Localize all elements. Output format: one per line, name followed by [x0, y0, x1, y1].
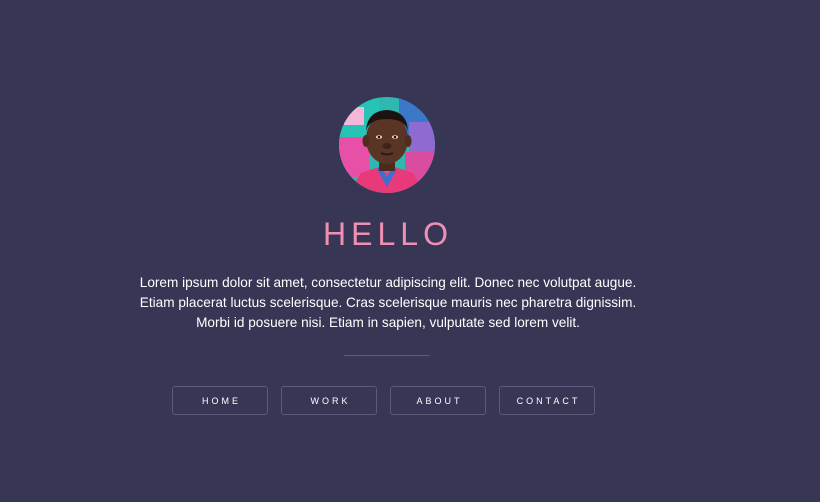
nav-work-button[interactable]: WORK — [281, 386, 377, 415]
nav-home-button[interactable]: HOME — [172, 386, 268, 415]
divider — [344, 355, 430, 356]
bio-text: Lorem ipsum dolor sit amet, consectetur … — [139, 275, 637, 330]
avatar — [339, 97, 435, 193]
nav-about-button[interactable]: ABOUT — [390, 386, 486, 415]
nav-contact-button[interactable]: CONTACT — [499, 386, 595, 415]
page-title: HELLO — [323, 216, 453, 252]
page: HELLO Lorem ipsum dolor sit amet, consec… — [0, 0, 820, 502]
person-portrait-icon — [339, 97, 435, 193]
main-nav: HOME WORK ABOUT CONTACT — [172, 386, 595, 417]
